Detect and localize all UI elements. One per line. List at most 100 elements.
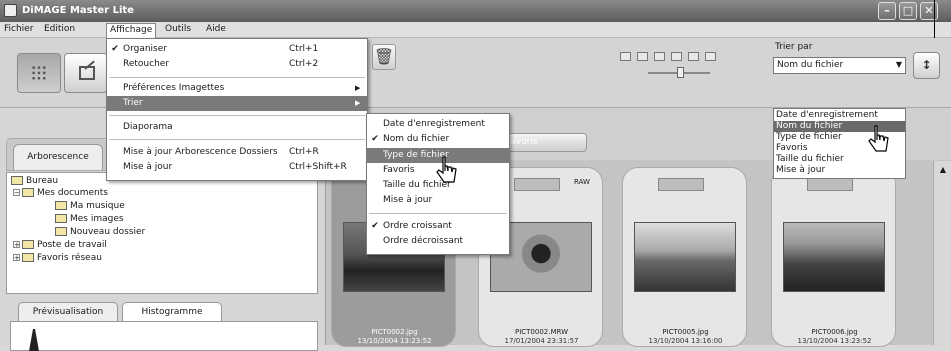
menu-edition[interactable]: Edition xyxy=(44,24,75,34)
close-button[interactable]: ✕ xyxy=(920,2,938,20)
thumbnail-image xyxy=(634,222,736,292)
mouse-cursor-icon xyxy=(436,156,457,183)
submenu-item-date[interactable]: Date d'enregistrement xyxy=(367,117,509,132)
histogram-panel xyxy=(10,321,318,351)
scroll-up-icon[interactable]: ▲ xyxy=(936,165,950,177)
sort-option-date[interactable]: Date d'enregistrement xyxy=(776,110,878,121)
menu-separator xyxy=(109,139,365,140)
menu-separator xyxy=(369,213,507,214)
view-size-icon[interactable] xyxy=(705,52,716,61)
menu-item-maj-arborescence[interactable]: Mise à jour Arborescence Dossiers Ctrl+R xyxy=(107,145,367,160)
rating-bar xyxy=(807,178,853,191)
view-size-icon[interactable] xyxy=(688,52,699,61)
window-title: DiMAGE Master Lite xyxy=(22,5,134,16)
submenu-arrow-icon: ▶ xyxy=(355,99,361,107)
file-date: 13/10/2004 13:23:52 xyxy=(797,337,872,345)
file-name: PICT0006.jpg xyxy=(811,328,858,336)
tab-favoris[interactable]: Favoris xyxy=(501,133,587,152)
sort-option-taille[interactable]: Taille du fichier xyxy=(776,154,844,165)
view-size-icon[interactable] xyxy=(637,52,648,61)
menu-separator xyxy=(109,115,365,116)
check-icon: ✔ xyxy=(371,134,379,144)
app-icon xyxy=(4,4,17,17)
tree-item-poste-de-travail[interactable]: + Poste de travail xyxy=(13,240,107,250)
file-date: 13/10/2004 13:23:52 xyxy=(357,337,432,345)
retouch-mode-button[interactable] xyxy=(64,53,108,93)
slider-thumb[interactable] xyxy=(677,67,684,78)
menu-item-preferences-imagettes[interactable]: Préférences Imagettes ▶ xyxy=(107,81,367,96)
submenu-item-nom-fichier[interactable]: ✔ Nom du fichier xyxy=(367,132,509,147)
submenu-arrow-icon: ▶ xyxy=(355,84,361,92)
view-size-icon[interactable] xyxy=(671,52,682,61)
raw-badge: RAW xyxy=(574,178,590,186)
sort-option-mise-a-jour[interactable]: Mise à jour xyxy=(776,165,825,176)
computer-icon xyxy=(22,240,34,249)
title-bar: DiMAGE Master Lite – □ ✕ xyxy=(0,0,951,22)
view-size-icon[interactable] xyxy=(654,52,665,61)
grid-icon xyxy=(31,65,47,81)
menu-item-retoucher[interactable]: Retoucher Ctrl+2 xyxy=(107,57,367,72)
tab-arborescence[interactable]: Arborescence xyxy=(13,144,103,170)
tree-item-favoris-reseau[interactable]: + Favoris réseau xyxy=(13,253,102,263)
chevron-down-icon: ▼ xyxy=(895,60,902,69)
folder-tree: Bureau − Mes documents Ma musique Mes ima… xyxy=(6,172,318,294)
thumbnail-card[interactable]: PICT0006.jpg 13/10/2004 13:23:52 xyxy=(771,167,896,347)
folder-icon xyxy=(55,214,67,223)
view-size-icon[interactable] xyxy=(620,52,631,61)
trash-icon[interactable]: 🗑 xyxy=(372,44,396,70)
minimize-button[interactable]: – xyxy=(878,2,896,20)
sort-order-button[interactable]: ↕ xyxy=(913,52,940,79)
menu-item-mise-a-jour[interactable]: Mise à jour Ctrl+Shift+R xyxy=(107,160,367,175)
network-icon xyxy=(22,253,34,262)
callout-line xyxy=(934,0,935,38)
folder-icon xyxy=(22,188,34,197)
menu-aide[interactable]: Aide xyxy=(206,24,226,34)
affichage-menu: ✔ Organiser Ctrl+1 Retoucher Ctrl+2 Préf… xyxy=(106,38,368,181)
file-date: 17/01/2004 23:31:57 xyxy=(504,337,579,345)
tree-item-bureau[interactable]: Bureau xyxy=(11,176,58,186)
menu-bar: Fichier Edition Affichage Outils Aide xyxy=(0,22,951,38)
file-name: PICT0005.jpg xyxy=(662,328,709,336)
expand-icon[interactable]: + xyxy=(13,254,20,262)
edit-icon xyxy=(79,66,95,80)
tab-histogramme[interactable]: Histogramme xyxy=(122,302,222,322)
check-icon: ✔ xyxy=(111,44,119,54)
menu-separator xyxy=(109,77,365,78)
expand-icon[interactable]: + xyxy=(13,241,20,249)
sort-select-value: Nom du fichier xyxy=(777,60,844,70)
folder-icon xyxy=(55,227,67,236)
preview-tabbar: Prévisualisation Histogramme xyxy=(10,298,318,322)
desktop-icon xyxy=(11,176,23,185)
folder-icon xyxy=(55,201,67,210)
file-date: 13/10/2004 13:16:00 xyxy=(648,337,723,345)
tree-item-mes-images[interactable]: Mes images xyxy=(55,214,124,224)
rating-bar xyxy=(658,178,704,191)
menu-fichier[interactable]: Fichier xyxy=(4,24,33,34)
maximize-button[interactable]: □ xyxy=(899,2,917,20)
mouse-cursor-icon xyxy=(868,125,889,152)
thumbnail-card[interactable]: PICT0005.jpg 13/10/2004 13:16:00 xyxy=(622,167,747,347)
menu-affichage[interactable]: Affichage xyxy=(106,23,157,38)
submenu-item-ordre-decroissant[interactable]: Ordre décroissant xyxy=(367,234,509,249)
tab-previsualisation[interactable]: Prévisualisation xyxy=(18,302,118,322)
menu-item-diaporama[interactable]: Diaporama xyxy=(107,120,367,135)
submenu-item-ordre-croissant[interactable]: ✔ Ordre croissant xyxy=(367,219,509,234)
check-icon: ✔ xyxy=(371,221,379,231)
collapse-icon[interactable]: − xyxy=(13,189,20,197)
sort-label: Trier par xyxy=(775,42,813,52)
menu-item-trier[interactable]: Trier ▶ xyxy=(107,96,367,111)
sort-select[interactable]: Nom du fichier ▼ xyxy=(773,57,906,74)
tree-item-ma-musique[interactable]: Ma musique xyxy=(55,201,125,211)
submenu-item-mise-a-jour[interactable]: Mise à jour xyxy=(367,193,509,208)
organize-mode-button[interactable] xyxy=(17,53,61,93)
file-name: PICT0002.MRW xyxy=(514,328,569,336)
tree-item-mes-documents[interactable]: − Mes documents xyxy=(13,188,108,198)
tree-item-nouveau-dossier[interactable]: Nouveau dossier xyxy=(55,227,145,237)
sort-option-type[interactable]: Type de fichier xyxy=(776,132,842,143)
file-name: PICT0002.jpg xyxy=(371,328,418,336)
menu-item-organiser[interactable]: ✔ Organiser Ctrl+1 xyxy=(107,42,367,57)
vertical-scrollbar[interactable]: ▲ xyxy=(933,161,951,345)
thumbnail-image xyxy=(783,222,885,292)
sort-option-favoris[interactable]: Favoris xyxy=(776,143,808,154)
menu-outils[interactable]: Outils xyxy=(165,24,191,34)
